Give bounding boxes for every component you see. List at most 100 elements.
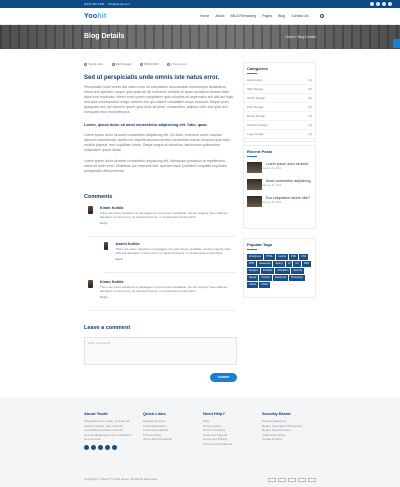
footer-link[interactable]: Terms and Conditions [143, 437, 172, 442]
post-thumbnail [247, 179, 262, 190]
recent-post[interactable]: Eos voluptatem facere nihil? January 21, … [244, 193, 315, 210]
menu: Home About Bill & Remaining Pages Blog C… [200, 14, 325, 19]
phone-text[interactable]: (123) 456 1450 [84, 2, 104, 6]
recent-post[interactable]: Amet consectetur adipisicing January 21, … [244, 176, 315, 193]
categories-widget: Categories App Design (1) Web Design (6) U… [243, 62, 316, 142]
tag[interactable]: CSS3 [259, 282, 270, 288]
post-subheading: Lorem, ipsum dolor sit amet consectetur … [84, 123, 208, 127]
tag[interactable]: Squad [247, 275, 259, 281]
avatar [88, 206, 93, 214]
footer-heading: Security Brand [262, 411, 291, 416]
facebook-icon[interactable] [84, 444, 89, 450]
youtube-icon[interactable] [388, 2, 392, 6]
email-text[interactable]: info@gmail.com [108, 2, 130, 6]
widget-underline [247, 249, 257, 250]
comment-author: Kiram Kohila [99, 280, 124, 284]
tag[interactable]: PHP [247, 261, 257, 267]
nav-item-pages[interactable]: Pages [262, 14, 272, 18]
popular-tags-widget: Popular Tags Wordpress HTML Joomla PSD C… [243, 238, 316, 298]
tag[interactable]: Content [259, 275, 272, 281]
linkedin-icon[interactable] [382, 2, 386, 6]
leave-comment-title: Leave a comment [84, 325, 131, 331]
tag[interactable]: Javascript [257, 261, 273, 267]
category-item[interactable]: App Design (1) [244, 76, 315, 85]
nav-item-about[interactable]: About [215, 14, 224, 18]
comment-textarea[interactable]: Write Comments [84, 337, 237, 365]
amex-icon [308, 478, 316, 482]
tag[interactable]: UX [293, 261, 301, 267]
meta-date: 08/04/2022 [139, 62, 159, 70]
tag[interactable]: CSS [299, 254, 309, 260]
tag[interactable]: Adobe [247, 282, 259, 288]
footer-link[interactable]: Terms and Conditions [203, 442, 232, 447]
page-title: Blog Details [84, 33, 125, 40]
footer-link[interactable]: Cookie Control [262, 437, 302, 442]
meta-category[interactable]: Web Design [111, 62, 132, 70]
nav-item-contact[interactable]: Contact Us [291, 14, 308, 18]
category-item[interactable]: Print Design (5) [244, 103, 315, 112]
recent-posts-widget: Recent Posts Lorem ipsum dolor sit amet J… [243, 145, 316, 229]
reply-link[interactable]: Reply [115, 257, 238, 261]
recent-post[interactable]: Lorem ipsum dolor sit amet January 21, 20… [244, 159, 315, 176]
tag[interactable]: UI [285, 261, 293, 267]
footer-heading: Need Help? [203, 411, 226, 416]
comment-author: Kiram Kohila [99, 206, 124, 210]
widget-underline [247, 73, 257, 74]
tag[interactable]: PSD [288, 254, 299, 260]
tag[interactable]: Facebook [273, 275, 288, 281]
instagram-icon[interactable] [112, 444, 117, 450]
tag[interactable]: Wordpress [247, 254, 264, 260]
tag-list: Wordpress HTML Joomla PSD CSS PHP Javasc… [244, 252, 315, 290]
tag[interactable]: SEO [301, 261, 312, 267]
nav-item-blog[interactable]: Blog [278, 14, 285, 18]
tag[interactable]: Security [291, 268, 305, 274]
comments-title: Comments [84, 194, 113, 200]
topbar-social [368, 2, 392, 7]
post-title: Sed ut perspiciatis unde omnis iste natu… [84, 75, 220, 81]
comment-item: Kiram Kohila There are many variations o… [88, 206, 238, 225]
widget-title: Recent Posts [247, 149, 273, 154]
submit-button[interactable]: SUBMIT [210, 373, 237, 382]
post-content: Yoohit John Web Design 08/04/2022 2 Comm… [84, 62, 234, 174]
reply-link[interactable]: Reply [100, 295, 238, 299]
payment-cards [268, 478, 316, 482]
tag[interactable]: Portfolio [261, 268, 275, 274]
reply-link[interactable]: Reply [100, 221, 238, 225]
page-hero: Blog Details Home / Blog Details [0, 25, 400, 49]
post-paragraph: Lorem ipsum dolor sit amet consectetur a… [84, 133, 231, 152]
search-icon[interactable] [320, 14, 325, 19]
nav-item-bill[interactable]: Bill & Remaining [230, 14, 256, 18]
twitter-icon[interactable] [376, 2, 380, 6]
divider [88, 310, 236, 311]
meta-author[interactable]: Yoohit John [84, 62, 104, 70]
divider [104, 272, 236, 273]
settings-fab-icon[interactable] [393, 39, 400, 48]
widget-title: Popular Tags [247, 242, 273, 247]
category-item[interactable]: Brand Design (4) [244, 112, 315, 121]
linkedin-icon[interactable] [98, 444, 103, 450]
category-item[interactable]: UI/UX Design (5) [244, 94, 315, 103]
category-item[interactable]: Logo Design (4) [244, 130, 315, 139]
tag[interactable]: Designs [247, 268, 261, 274]
tag[interactable]: Joomla [275, 254, 288, 260]
breadcrumb[interactable]: Home / Blog Details [285, 35, 316, 39]
footer-heading: Quick Links [143, 411, 166, 416]
site-logo[interactable]: Yoohit [84, 13, 106, 20]
category-item[interactable]: Web Design (6) [244, 85, 315, 94]
twitter-icon[interactable] [91, 444, 96, 450]
avatar [104, 242, 109, 250]
tag[interactable]: HTML [264, 254, 275, 260]
footer: About Yooht Temporibus et in vitae. Ut e… [0, 397, 400, 487]
comment-item: Kiram Kohila There are many variations o… [88, 280, 238, 299]
youtube-icon[interactable] [105, 444, 110, 450]
post-thumbnail [247, 162, 262, 173]
tag[interactable]: Photoshop [288, 275, 305, 281]
meta-comments[interactable]: 2 Comment [166, 62, 186, 70]
tag[interactable]: Animation [275, 268, 291, 274]
category-item[interactable]: Graphic Design (4) [244, 121, 315, 130]
comment-text: There are many variations of passages of… [99, 285, 228, 293]
tag[interactable]: Jquery [273, 261, 285, 267]
facebook-icon[interactable] [370, 2, 374, 6]
footer-link[interactable]: Universal Analytics [143, 428, 172, 433]
nav-item-home[interactable]: Home [200, 14, 209, 18]
